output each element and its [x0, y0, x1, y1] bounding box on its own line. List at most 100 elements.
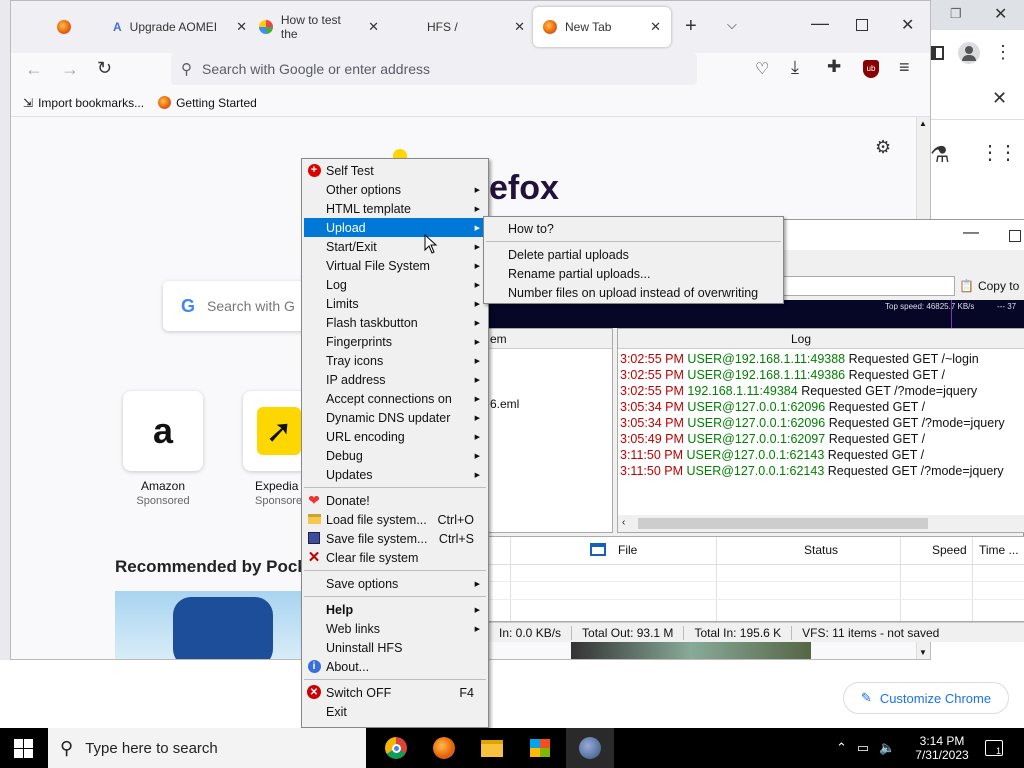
maximize-icon[interactable]: [856, 19, 868, 31]
column-speed[interactable]: Speed: [932, 543, 967, 557]
extensions-icon[interactable]: ✚: [827, 57, 841, 77]
url-bar[interactable]: ⚲ Search with Google or enter address: [171, 53, 697, 85]
menu-item-updates[interactable]: Updates ▶: [304, 465, 486, 484]
menu-item-flash-taskbutton[interactable]: Flash taskbutton ▶: [304, 313, 486, 332]
tab-how-to-test[interactable]: How to test the ✕: [249, 7, 389, 47]
menu-item-delete-partial-uploads[interactable]: Delete partial uploads: [486, 245, 781, 264]
restore-icon[interactable]: ❐: [950, 6, 962, 22]
scroll-down-icon[interactable]: ▼: [919, 648, 927, 657]
menu-item-save-options[interactable]: Save options ▶: [304, 574, 486, 593]
amazon-icon: a: [152, 410, 174, 451]
minimize-icon[interactable]: —: [811, 13, 829, 34]
settings-gear-icon[interactable]: ⚙: [875, 137, 891, 158]
profile-avatar[interactable]: [958, 42, 980, 64]
taskbar-hfs[interactable]: [566, 728, 614, 768]
tab-firefox[interactable]: [47, 7, 101, 47]
shortcut-expedia[interactable]: ➚: [243, 391, 303, 471]
customize-chrome-button[interactable]: ✎ Customize Chrome: [843, 682, 1009, 714]
menu-item-upload[interactable]: Upload ▶: [304, 218, 486, 237]
network-icon[interactable]: ▭: [857, 740, 869, 756]
taskbar-firefox[interactable]: [420, 728, 468, 768]
close-tab-icon[interactable]: ✕: [514, 19, 525, 35]
menu-item-url-encoding[interactable]: URL encoding ▶: [304, 427, 486, 446]
menu-item-web-links[interactable]: Web links ▶: [304, 619, 486, 638]
apps-grid-icon[interactable]: ⋮⋮⋮: [980, 140, 1024, 165]
tab-new-tab[interactable]: New Tab ✕: [533, 7, 671, 47]
menu-item-rename-partial-uploads[interactable]: Rename partial uploads...: [486, 264, 781, 283]
chevron-up-icon[interactable]: ⌃: [836, 740, 847, 756]
menu-item-accept-connections-on[interactable]: Accept connections on ▶: [304, 389, 486, 408]
windows-start-button[interactable]: [14, 739, 34, 759]
side-panel-icon[interactable]: [930, 46, 944, 60]
menu-item-self-test[interactable]: + Self Test: [304, 161, 486, 180]
taskbar-chrome[interactable]: [372, 728, 420, 768]
more-menu-icon[interactable]: ⋮: [994, 42, 1012, 63]
close-window-icon[interactable]: ✕: [901, 15, 914, 35]
back-icon[interactable]: ←: [25, 59, 43, 80]
menu-item-html-template[interactable]: HTML template ▶: [304, 199, 486, 218]
menu-item-virtual-file-system[interactable]: Virtual File System ▶: [304, 256, 486, 275]
volume-icon[interactable]: 🔈: [879, 740, 895, 756]
menu-item-load-file-system[interactable]: Load file system... Ctrl+O: [304, 510, 486, 529]
scroll-up-icon[interactable]: ▲: [919, 119, 927, 128]
menu-item-how-to[interactable]: How to?: [486, 219, 781, 238]
tab-list-chevron-icon[interactable]: ⌵: [727, 17, 737, 33]
column-status[interactable]: Status: [804, 543, 838, 557]
menu-item-exit[interactable]: Exit: [304, 702, 486, 721]
close-tab-icon[interactable]: ✕: [650, 19, 661, 35]
page-search-box[interactable]: G Search with G: [163, 281, 323, 331]
copy-to-clipboard-button[interactable]: 📋 Copy to: [959, 275, 1024, 297]
scroll-left-icon[interactable]: ‹: [622, 517, 625, 528]
submenu-arrow-icon: ▶: [474, 625, 480, 633]
minimize-icon[interactable]: —: [963, 224, 979, 242]
shortcut-amazon[interactable]: a: [123, 391, 203, 471]
forward-icon[interactable]: →: [61, 59, 79, 80]
taskbar-search-box[interactable]: ⚲ Type here to search: [48, 728, 366, 768]
menu-item-donate[interactable]: ❤ Donate!: [304, 491, 486, 510]
pocket-icon[interactable]: ♡: [755, 59, 769, 79]
menu-item-about[interactable]: i About...: [304, 657, 486, 676]
reload-icon[interactable]: ↻: [97, 58, 112, 79]
column-file[interactable]: File: [618, 543, 637, 557]
bookmark-getting-started[interactable]: Getting Started: [158, 96, 257, 110]
menu-item-save-file-system[interactable]: Save file system... Ctrl+S: [304, 529, 486, 548]
menu-item-clear-file-system[interactable]: ✕ Clear file system: [304, 548, 486, 567]
log-horizontal-scrollbar[interactable]: ‹: [618, 515, 1024, 532]
menu-item-other-options[interactable]: Other options ▶: [304, 180, 486, 199]
menu-item-fingerprints[interactable]: Fingerprints ▶: [304, 332, 486, 351]
menu-item-number-files-on-upload[interactable]: Number files on upload instead of overwr…: [486, 283, 781, 302]
scroll-thumb[interactable]: [638, 518, 928, 529]
tab-hfs[interactable]: HFS / ✕: [391, 7, 535, 47]
notifications-button[interactable]: 1: [982, 728, 1006, 768]
menu-item-debug[interactable]: Debug ▶: [304, 446, 486, 465]
pocket-card-image[interactable]: [571, 639, 811, 659]
pocket-card-image[interactable]: [115, 591, 303, 659]
menu-item-switch-off[interactable]: ✕ Switch OFF F4: [304, 683, 486, 702]
menu-item-ip-address[interactable]: IP address ▶: [304, 370, 486, 389]
tab-upgrade-aomei[interactable]: A Upgrade AOMEI ✕: [103, 7, 257, 47]
menu-item-limits[interactable]: Limits ▶: [304, 294, 486, 313]
menu-item-start-exit[interactable]: Start/Exit ▶: [304, 237, 486, 256]
menu-item-log[interactable]: Log ▶: [304, 275, 486, 294]
maximize-icon[interactable]: [1009, 230, 1021, 242]
menu-item-label: HTML template: [326, 201, 411, 216]
menu-item-uninstall-hfs[interactable]: Uninstall HFS: [304, 638, 486, 657]
close-tab-icon[interactable]: ✕: [368, 19, 379, 35]
taskbar-store[interactable]: [516, 728, 564, 768]
menu-item-help[interactable]: Help ▶: [304, 600, 486, 619]
clock[interactable]: 3:14 PM 7/31/2023: [910, 728, 974, 768]
ublock-icon[interactable]: ub: [863, 60, 879, 78]
menu-item-tray-icons[interactable]: Tray icons ▶: [304, 351, 486, 370]
labs-icon[interactable]: ⚗: [930, 142, 950, 168]
close-icon[interactable]: ✕: [994, 4, 1007, 24]
menu-item-dynamic-dns-updater[interactable]: Dynamic DNS updater ▶: [304, 408, 486, 427]
bookmark-import[interactable]: ⇲ Import bookmarks...: [23, 96, 144, 110]
downloads-icon[interactable]: ⤓: [791, 57, 799, 78]
hamburger-menu-icon[interactable]: ≡: [899, 57, 910, 78]
vfs-file-item[interactable]: 6.eml: [490, 397, 519, 411]
new-tab-icon[interactable]: +: [685, 15, 697, 38]
close-infobar-icon[interactable]: ✕: [992, 88, 1007, 109]
taskbar-file-explorer[interactable]: [468, 728, 516, 768]
column-time[interactable]: Time ...: [979, 543, 1019, 557]
close-tab-icon[interactable]: ✕: [236, 19, 247, 35]
